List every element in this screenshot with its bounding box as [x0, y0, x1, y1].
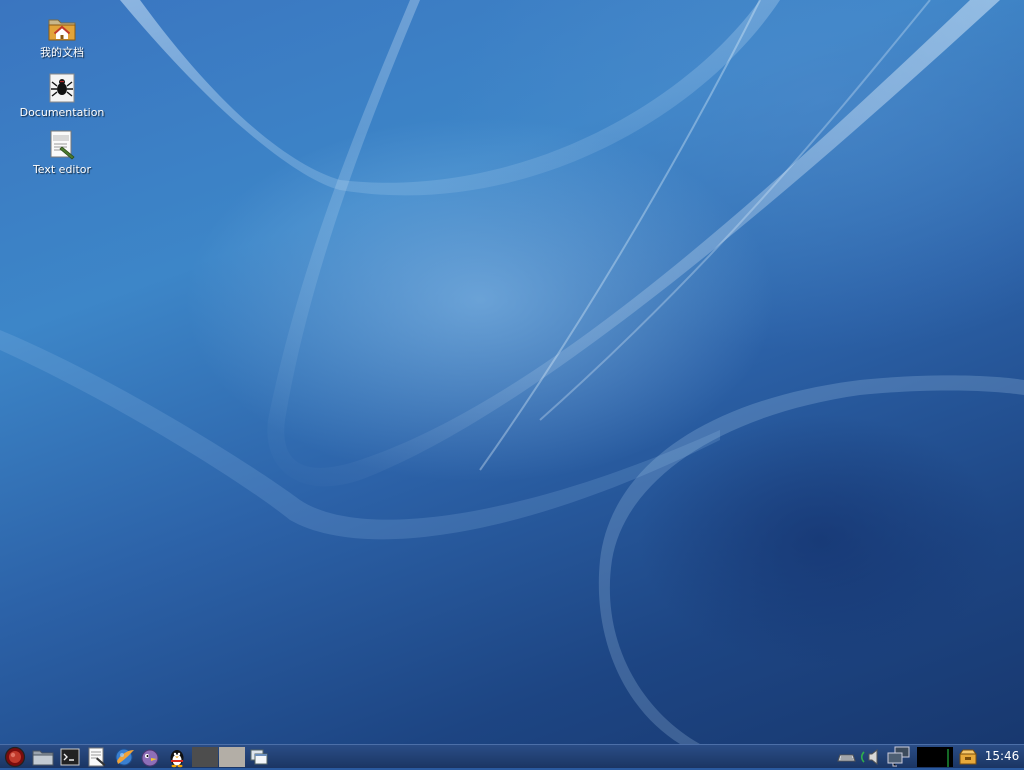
start-menu-icon: [4, 746, 26, 768]
cpu-monitor-icon[interactable]: [917, 747, 953, 767]
update-notifier-button[interactable]: [957, 746, 979, 768]
network-tray-button[interactable]: [886, 746, 910, 768]
network-icon: [887, 746, 910, 767]
bottom-panel: 15:46: [0, 744, 1024, 768]
desktop-icon-documentation[interactable]: Documentation: [14, 72, 110, 120]
wallpaper-swirl: [0, 0, 1024, 744]
pidgin-chat-icon: [141, 749, 159, 767]
file-manager-button[interactable]: [31, 746, 54, 768]
desktop-icon-my-documents[interactable]: 我的文档: [14, 12, 110, 60]
desktop-icon-label: 我的文档: [40, 46, 84, 59]
qq-penguin-icon: [170, 750, 184, 768]
qq-button[interactable]: [166, 746, 188, 768]
volume-icon: [860, 748, 878, 766]
workspace-1-button[interactable]: [192, 747, 218, 767]
clock[interactable]: 15:46: [980, 749, 1024, 763]
keyboard-tray-button[interactable]: [836, 746, 858, 768]
terminal-icon: [60, 748, 80, 766]
desktop-background: 我的文档 Documentation Text editor: [0, 0, 1024, 744]
text-editor-launcher-button[interactable]: [86, 746, 108, 768]
file-manager-icon: [32, 750, 54, 766]
workspace-2-button[interactable]: [219, 747, 245, 767]
text-editor-icon: [46, 129, 78, 161]
desktop-icon-label: Documentation: [19, 106, 105, 119]
update-notifier-icon: [959, 749, 977, 765]
volume-tray-button[interactable]: [859, 746, 881, 768]
show-windows-button[interactable]: [248, 746, 270, 768]
spider-docs-icon: [46, 72, 78, 104]
home-folder-icon: [46, 12, 78, 44]
web-browser-icon: [115, 748, 134, 766]
keyboard-icon: [837, 754, 856, 762]
terminal-button[interactable]: [59, 746, 81, 768]
web-browser-button[interactable]: [112, 746, 134, 768]
pidgin-chat-button[interactable]: [139, 746, 161, 768]
text-editor-launcher-icon: [88, 747, 106, 767]
windows-list-icon: [250, 749, 268, 765]
start-menu-button[interactable]: [4, 746, 26, 768]
desktop-icon-text-editor[interactable]: Text editor: [14, 129, 110, 177]
desktop-icon-label: Text editor: [32, 163, 92, 176]
